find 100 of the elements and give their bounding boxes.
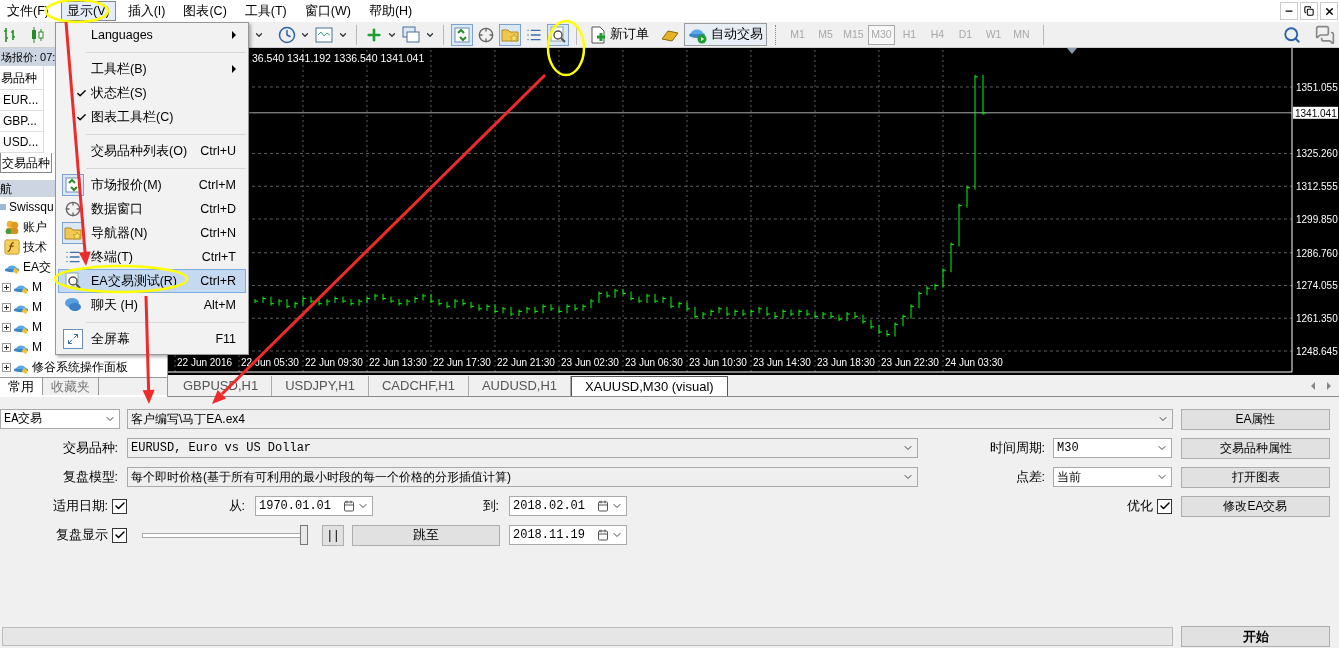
tree-item[interactable]: M [32, 278, 42, 296]
dropdown-field[interactable]: 当前 [1053, 467, 1172, 487]
restore-button[interactable] [1300, 2, 1318, 20]
tree-item[interactable]: 技术 [23, 238, 47, 256]
table-cell[interactable]: EUR... [0, 90, 44, 111]
chart-tab[interactable]: USDJPY,H1 [272, 376, 369, 396]
menu-item[interactable]: 交易品种列表(O) Ctrl+U [58, 139, 246, 163]
skip-button[interactable]: 跳至 [352, 524, 500, 546]
checkbox-label: 适用日期: [52, 497, 108, 515]
fullscreen-icon[interactable] [63, 329, 83, 349]
expand-toggle[interactable] [2, 302, 11, 312]
menu-item[interactable]: 插入(I) [121, 1, 172, 21]
close-icon [1323, 5, 1335, 17]
expand-toggle[interactable] [2, 282, 11, 292]
chart-tab[interactable]: XAUUSD,M30 (visual) [571, 376, 728, 396]
time-axis-label: 22 Jun 21:30 [497, 357, 555, 368]
time-axis-label: 23 Jun 02:30 [561, 357, 619, 368]
date-field[interactable]: 2018.11.19 [509, 525, 627, 545]
menu-item[interactable]: 状态栏(S) [58, 81, 246, 105]
submenu-arrow-icon [232, 31, 236, 39]
quotes-icon[interactable] [452, 24, 472, 45]
panel-tab[interactable]: 收藏夹 [43, 378, 99, 395]
tree-item[interactable]: 修谷系统操作面板 [32, 358, 128, 376]
menu-item[interactable]: EA交易测试(R) Ctrl+R [58, 269, 246, 293]
close-button[interactable] [1320, 2, 1338, 20]
price-axis-label: 1274.055 [1296, 280, 1338, 292]
crosshair-icon[interactable] [63, 199, 83, 219]
table-cell[interactable]: GBP... [0, 111, 44, 132]
time-axis-label: 22 Jun 13:30 [369, 357, 427, 368]
time-axis-label: 22 Jun 17:30 [433, 357, 491, 368]
tree-item[interactable]: 账户 [23, 218, 47, 236]
windows-icon[interactable] [401, 24, 421, 45]
file-field[interactable]: 客户编写\马丁EA.ex4 [127, 409, 1173, 429]
time-axis-label: 23 Jun 10:30 [689, 357, 747, 368]
magnifier-icon[interactable] [63, 271, 83, 291]
time-axis-label: 23 Jun 22:30 [881, 357, 939, 368]
panel-tab[interactable]: 常用 [0, 378, 43, 395]
menu-item[interactable]: 全屏幕 F11 [58, 327, 246, 351]
expand-toggle[interactable] [2, 362, 11, 372]
start-button[interactable]: 开始 [1181, 626, 1330, 647]
scroll-right-icon[interactable] [1327, 382, 1331, 390]
speed-slider[interactable] [142, 525, 308, 545]
price-label: 1341.041 [1293, 106, 1338, 119]
price-axis-label: 1312.555 [1296, 181, 1338, 193]
price-axis-label: 1248.645 [1296, 346, 1338, 357]
menu-item[interactable]: 窗口(W) [298, 1, 357, 21]
dropdown-field[interactable]: 每个即时价格(基于所有可利用的最小时段的每一个价格的分形插值计算) [127, 467, 918, 487]
dropdown-field[interactable]: EURUSD, Euro vs US Dollar [127, 438, 918, 458]
time-axis-label: 22 Jun 09:30 [305, 357, 363, 368]
slider-thumb[interactable] [300, 525, 308, 545]
tree-item[interactable]: M [32, 338, 42, 356]
chart-tab[interactable]: CADCHF,H1 [369, 376, 469, 396]
menu-item[interactable]: 工具(T) [238, 1, 293, 21]
button[interactable]: 打开图表 [1181, 466, 1330, 488]
price-axis-label: 1299.850 [1296, 214, 1338, 225]
menu-item[interactable]: 导航器(N) Ctrl+N [58, 221, 246, 245]
menu-item[interactable]: Languages [58, 23, 246, 47]
tree-item[interactable]: Swissqu [9, 198, 54, 216]
checkbox[interactable] [1157, 498, 1172, 514]
new-order-button[interactable]: 新订单 [585, 23, 653, 46]
price-axis-label: 1261.350 [1296, 313, 1338, 325]
field-label: 到: [481, 497, 500, 515]
menu-item[interactable]: 终端(T) Ctrl+T [58, 245, 246, 269]
tree-item[interactable]: EA交 [23, 258, 51, 276]
tree-item[interactable]: M [32, 298, 42, 316]
field-label: 点差: [1014, 468, 1046, 486]
clock-icon[interactable] [278, 25, 296, 44]
calendar-icon [597, 500, 609, 512]
menu-item[interactable]: 数据窗口 Ctrl+D [58, 197, 246, 221]
date-field[interactable]: 2018.02.01 [509, 496, 627, 516]
button[interactable]: 修改EA交易 [1181, 495, 1330, 517]
checkbox[interactable] [112, 527, 127, 543]
menu-item[interactable]: 帮助(H) [362, 1, 419, 21]
expand-toggle[interactable] [2, 342, 11, 352]
dropdown-field[interactable]: EA交易 [0, 409, 120, 429]
panel-tab[interactable]: 交易品种 [0, 153, 52, 173]
auto-trading-button[interactable]: 自动交易 [684, 23, 767, 46]
search-icon[interactable] [1283, 25, 1301, 44]
checkbox-label: 复盘显示 [56, 526, 108, 544]
function-icon [4, 239, 20, 255]
pause-button[interactable]: | | [322, 524, 344, 546]
dropdown-field[interactable]: M30 [1053, 438, 1172, 458]
checkbox[interactable] [112, 498, 127, 514]
people-icon [4, 219, 20, 235]
calendar-icon [343, 500, 355, 512]
document-plus-icon [589, 25, 607, 44]
button[interactable]: 交易品种属性 [1181, 437, 1330, 459]
expand-toggle[interactable] [2, 322, 11, 332]
tree-item[interactable]: M [32, 318, 42, 336]
scroll-left-icon[interactable] [1311, 382, 1315, 390]
menu-item[interactable]: 聊天 (H) Alt+M [58, 293, 246, 317]
ohlc-readout: 36.540 1341.192 1336.540 1341.041 [252, 52, 425, 64]
price-axis-label: 1351.055 [1296, 82, 1338, 93]
date-field[interactable]: 1970.01.01 [255, 496, 373, 516]
menu-item[interactable]: 图表工具栏(C) [58, 105, 246, 129]
template-icon[interactable] [314, 24, 334, 45]
minimize-button[interactable] [1280, 2, 1298, 20]
button[interactable]: EA属性 [1181, 408, 1330, 430]
time-axis-label: 22 Jun 2016 [177, 357, 233, 368]
menu-item[interactable]: 图表(C) [177, 1, 233, 21]
